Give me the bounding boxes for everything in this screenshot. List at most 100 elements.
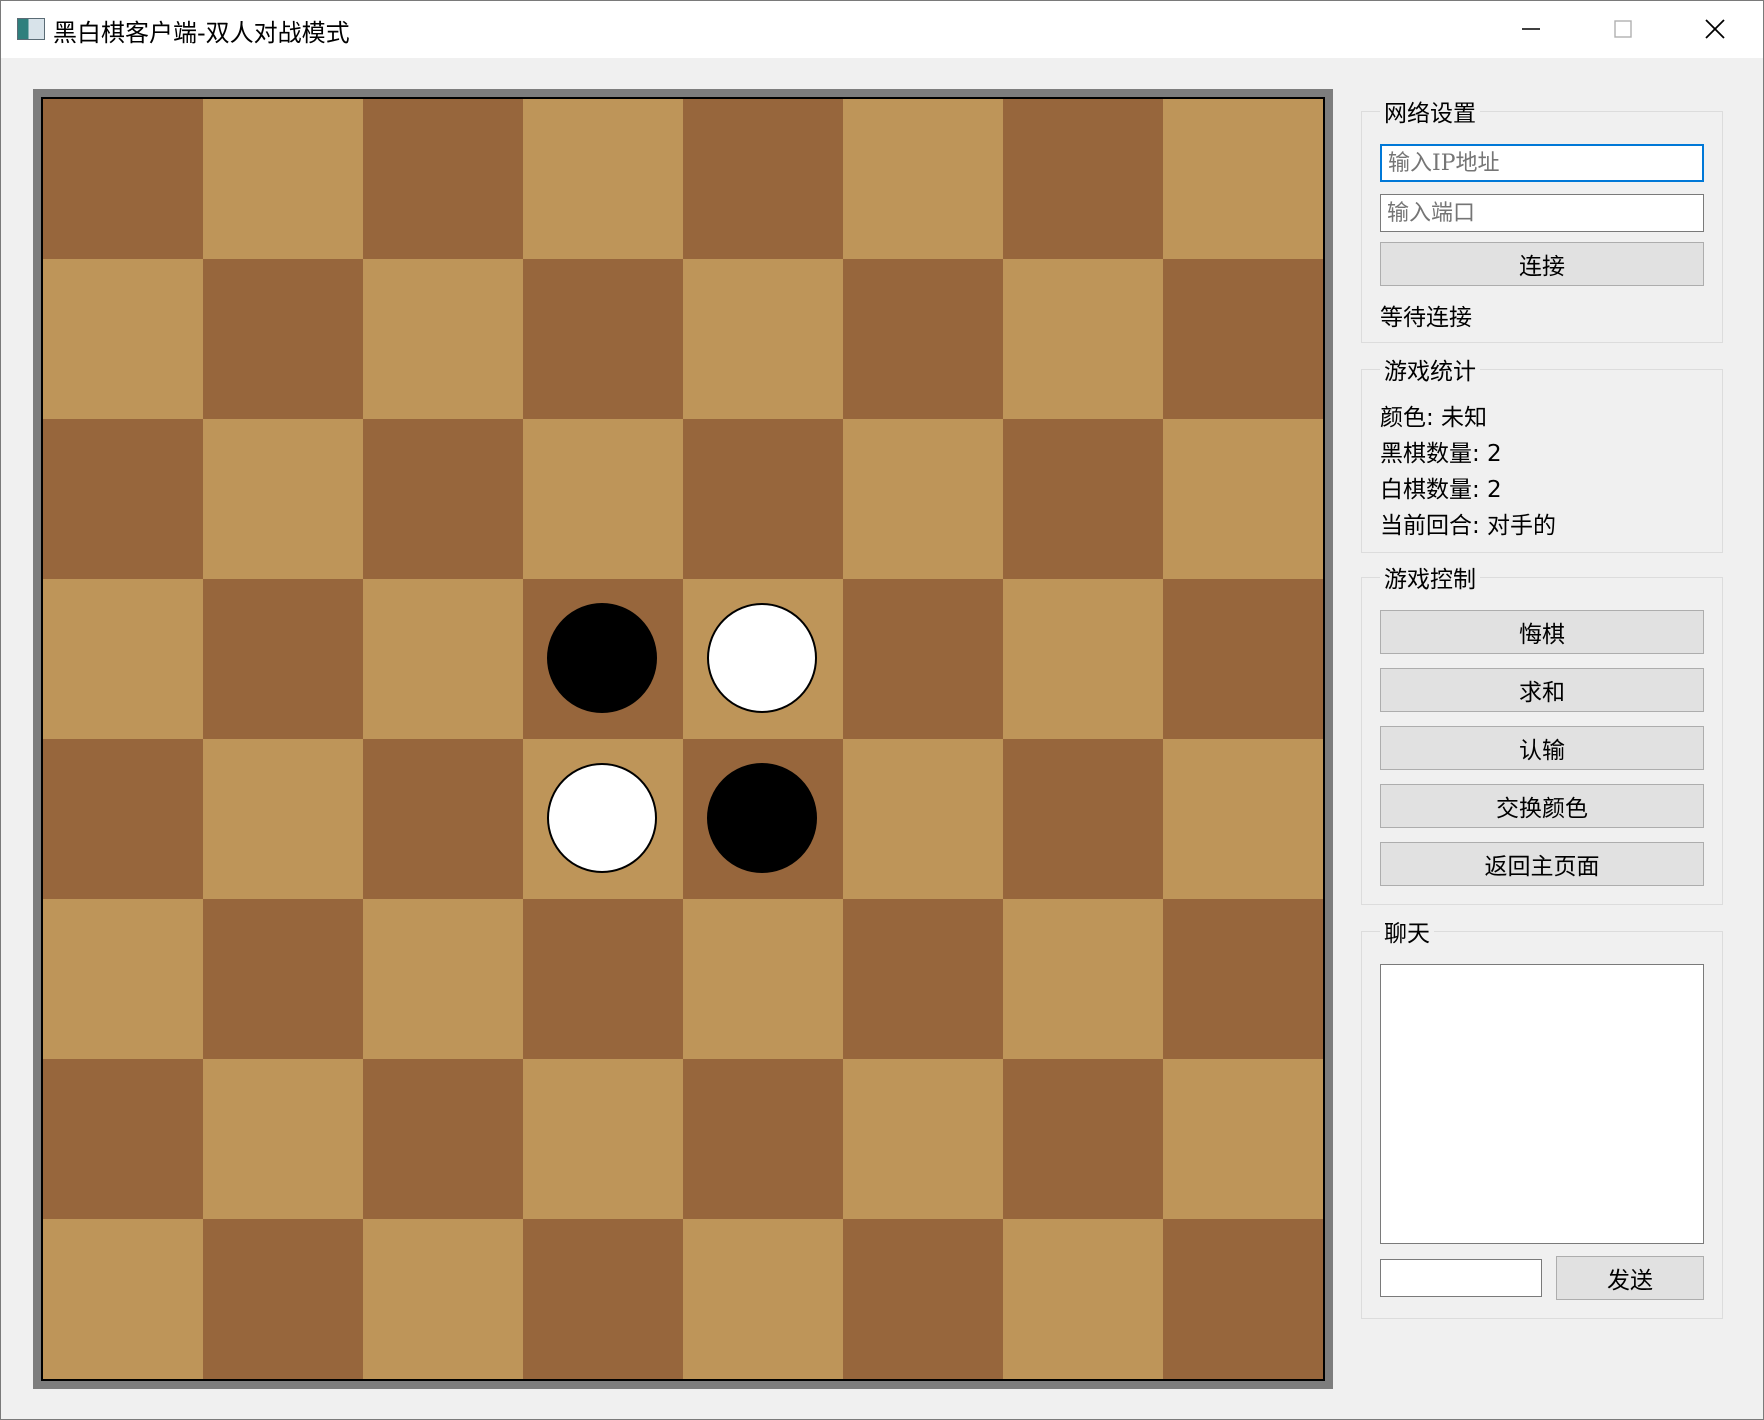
title-bar: 黑白棋客户端-双人对战模式 — [1, 1, 1763, 58]
board-cell[interactable] — [523, 99, 683, 259]
board-cell[interactable] — [523, 419, 683, 579]
board-cell[interactable] — [683, 899, 843, 1059]
board-frame — [33, 89, 1333, 1389]
close-icon — [1705, 19, 1725, 39]
send-button[interactable]: 发送 — [1556, 1256, 1704, 1300]
board-cell[interactable] — [43, 419, 203, 579]
chat-message-input[interactable] — [1380, 1259, 1542, 1297]
board-cell[interactable] — [1163, 899, 1323, 1059]
board-cell[interactable] — [843, 99, 1003, 259]
draw-button[interactable]: 求和 — [1380, 668, 1704, 712]
board-cell[interactable] — [843, 899, 1003, 1059]
board-cell[interactable] — [1003, 899, 1163, 1059]
board-cell[interactable] — [43, 1219, 203, 1379]
board-cell[interactable] — [1163, 99, 1323, 259]
white-piece — [547, 763, 657, 873]
network-settings-group: 网络设置 连接 等待连接 — [1361, 94, 1723, 343]
board-cell[interactable] — [1003, 259, 1163, 419]
board-cell[interactable] — [523, 1219, 683, 1379]
board-cell[interactable] — [363, 1219, 523, 1379]
black-piece — [547, 603, 657, 713]
board-cell[interactable] — [843, 1219, 1003, 1379]
connection-status: 等待连接 — [1380, 305, 1472, 331]
board-cell[interactable] — [1163, 419, 1323, 579]
chat-title: 聊天 — [1380, 914, 1434, 948]
board-cell[interactable] — [843, 1059, 1003, 1219]
network-settings-title: 网络设置 — [1380, 94, 1480, 128]
chat-group: 聊天 发送 — [1361, 914, 1723, 1319]
board-cell[interactable] — [523, 739, 683, 899]
board-cell[interactable] — [683, 739, 843, 899]
board-cell[interactable] — [683, 1219, 843, 1379]
board-cell[interactable] — [43, 739, 203, 899]
board-cell[interactable] — [1003, 99, 1163, 259]
board-cell[interactable] — [523, 899, 683, 1059]
maximize-icon — [1614, 20, 1632, 38]
board-cell[interactable] — [203, 259, 363, 419]
board-cell[interactable] — [1163, 739, 1323, 899]
board-cell[interactable] — [203, 1219, 363, 1379]
board-cell[interactable] — [1163, 579, 1323, 739]
board-cell[interactable] — [1003, 419, 1163, 579]
board-cell[interactable] — [843, 259, 1003, 419]
board-cell[interactable] — [363, 259, 523, 419]
connect-button[interactable]: 连接 — [1380, 242, 1704, 286]
board-cell[interactable] — [843, 419, 1003, 579]
close-button[interactable] — [1669, 1, 1761, 58]
chat-history[interactable] — [1380, 964, 1704, 1244]
board-cell[interactable] — [363, 99, 523, 259]
board-cell[interactable] — [43, 1059, 203, 1219]
black-piece — [707, 763, 817, 873]
board-cell[interactable] — [43, 99, 203, 259]
maximize-button[interactable] — [1577, 1, 1669, 58]
white-piece — [707, 603, 817, 713]
game-control-group: 游戏控制 悔棋 求和 认输 交换颜色 返回主页面 — [1361, 560, 1723, 905]
minimize-button[interactable] — [1485, 1, 1577, 58]
board-cell[interactable] — [523, 1059, 683, 1219]
board-cell[interactable] — [1003, 1059, 1163, 1219]
board-cell[interactable] — [683, 259, 843, 419]
game-stats-title: 游戏统计 — [1380, 352, 1480, 386]
board-cell[interactable] — [203, 99, 363, 259]
board-cell[interactable] — [203, 739, 363, 899]
minimize-icon — [1522, 28, 1540, 30]
board-cell[interactable] — [203, 419, 363, 579]
board-cell[interactable] — [843, 579, 1003, 739]
board-cell[interactable] — [363, 739, 523, 899]
undo-button[interactable]: 悔棋 — [1380, 610, 1704, 654]
board-cell[interactable] — [1163, 1219, 1323, 1379]
board-cell[interactable] — [1003, 739, 1163, 899]
port-input[interactable] — [1380, 194, 1704, 232]
resign-button[interactable]: 认输 — [1380, 726, 1704, 770]
board-cell[interactable] — [43, 899, 203, 1059]
board-cell[interactable] — [1003, 579, 1163, 739]
back-home-button[interactable]: 返回主页面 — [1380, 842, 1704, 886]
board-cell[interactable] — [683, 1059, 843, 1219]
board-cell[interactable] — [203, 899, 363, 1059]
board-cell[interactable] — [363, 899, 523, 1059]
black-count-label: 黑棋数量: 2 — [1380, 441, 1502, 467]
board-cell[interactable] — [523, 259, 683, 419]
board-cell[interactable] — [683, 99, 843, 259]
board-cell[interactable] — [1163, 1059, 1323, 1219]
board-cell[interactable] — [683, 419, 843, 579]
board-cell[interactable] — [203, 1059, 363, 1219]
ip-address-input[interactable] — [1380, 144, 1704, 182]
game-stats-group: 游戏统计 颜色: 未知 黑棋数量: 2 白棋数量: 2 当前回合: 对手的 — [1361, 352, 1723, 553]
player-color-label: 颜色: 未知 — [1380, 405, 1488, 431]
board-cell[interactable] — [363, 419, 523, 579]
game-board[interactable] — [41, 97, 1325, 1381]
current-turn-label: 当前回合: 对手的 — [1380, 513, 1557, 539]
swap-color-button[interactable]: 交换颜色 — [1380, 784, 1704, 828]
board-cell[interactable] — [43, 579, 203, 739]
board-cell[interactable] — [363, 579, 523, 739]
board-cell[interactable] — [363, 1059, 523, 1219]
board-cell[interactable] — [683, 579, 843, 739]
board-cell[interactable] — [43, 259, 203, 419]
board-cell[interactable] — [1003, 1219, 1163, 1379]
board-cell[interactable] — [523, 579, 683, 739]
white-count-label: 白棋数量: 2 — [1380, 477, 1502, 503]
board-cell[interactable] — [1163, 259, 1323, 419]
board-cell[interactable] — [843, 739, 1003, 899]
board-cell[interactable] — [203, 579, 363, 739]
